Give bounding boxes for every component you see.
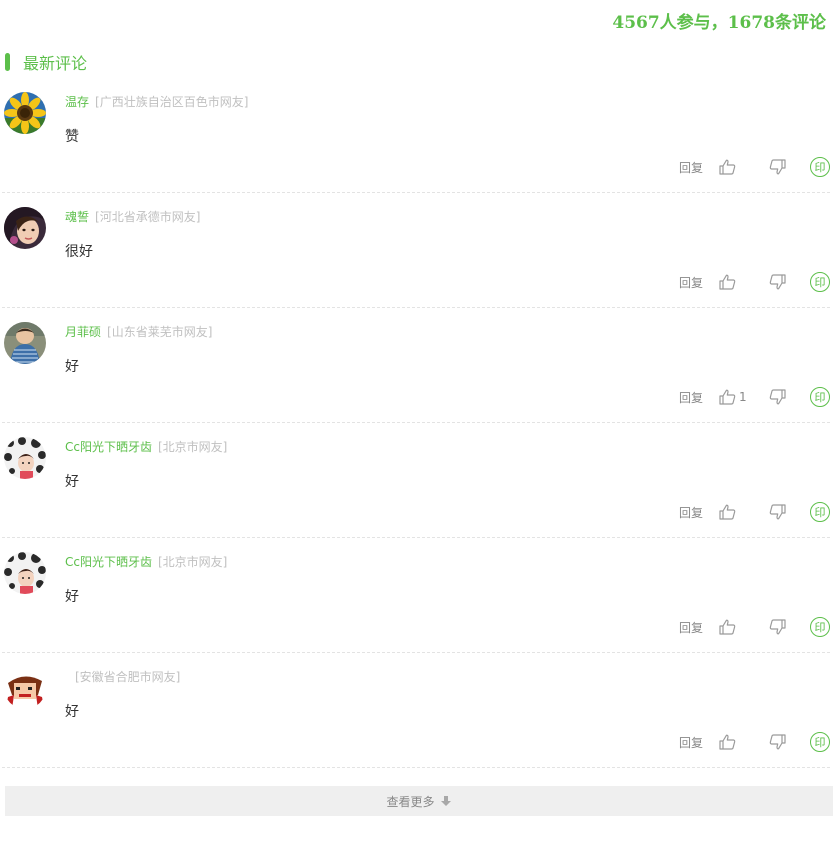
- reply-button[interactable]: 回复: [679, 619, 703, 636]
- comment-text: 好: [65, 589, 79, 605]
- avatar[interactable]: [4, 92, 46, 134]
- like-button[interactable]: 1: [719, 389, 753, 405]
- print-icon[interactable]: 印: [810, 617, 830, 637]
- comment-meta: 温存 [广西壮族自治区百色市网友]: [65, 93, 248, 110]
- comment-text: 很好: [65, 244, 93, 260]
- username[interactable]: 月菲硕: [65, 325, 101, 339]
- thumbs-down-icon: [769, 274, 786, 290]
- comment-text: 好: [65, 359, 79, 375]
- thumbs-up-icon: [719, 504, 736, 520]
- dislike-button[interactable]: [769, 619, 786, 635]
- comment-actions: 回复 印: [679, 156, 830, 178]
- avatar[interactable]: [4, 552, 46, 594]
- reply-button[interactable]: 回复: [679, 734, 703, 751]
- username[interactable]: 温存: [65, 95, 89, 109]
- user-location: [山东省莱芜市网友]: [107, 325, 213, 339]
- reply-button[interactable]: 回复: [679, 159, 703, 176]
- comment-item: 魂誓 [河北省承德市网友] 很好 回复 印: [2, 193, 830, 308]
- print-icon[interactable]: 印: [810, 387, 830, 407]
- like-button[interactable]: [719, 504, 753, 520]
- dislike-button[interactable]: [769, 159, 786, 175]
- comment-meta: 月菲硕 [山东省莱芜市网友]: [65, 323, 212, 340]
- avatar[interactable]: [4, 207, 46, 249]
- thumbs-down-icon: [769, 619, 786, 635]
- section-accent-bar: [5, 53, 10, 71]
- comment-actions: 回复 1 印: [679, 386, 830, 408]
- dislike-button[interactable]: [769, 734, 786, 750]
- thumbs-down-icon: [769, 734, 786, 750]
- comment-text: 赞: [65, 129, 79, 145]
- print-icon[interactable]: 印: [810, 272, 830, 292]
- avatar[interactable]: [4, 437, 46, 479]
- comment-meta: Cc阳光下晒牙齿 [北京市网友]: [65, 553, 227, 570]
- user-location: [北京市网友]: [157, 440, 228, 454]
- comment-text: 好: [65, 474, 79, 490]
- comment-text: 好: [65, 704, 79, 720]
- thumbs-up-icon: [719, 389, 736, 405]
- comment-list: 温存 [广西壮族自治区百色市网友] 赞 回复 印 魂誓 [河北省承德市网友] 很…: [0, 78, 838, 768]
- section-header: 最新评论: [5, 52, 88, 73]
- avatar[interactable]: [4, 667, 46, 709]
- participation-summary: 4567人参与，1678条评论: [612, 13, 826, 33]
- username[interactable]: Cc阳光下晒牙齿: [65, 440, 152, 454]
- comment-meta: Cc阳光下晒牙齿 [北京市网友]: [65, 438, 227, 455]
- reply-button[interactable]: 回复: [679, 274, 703, 291]
- load-more-label: 查看更多: [386, 794, 435, 809]
- user-location: [河北省承德市网友]: [95, 210, 201, 224]
- comment-item: 温存 [广西壮族自治区百色市网友] 赞 回复 印: [2, 78, 830, 193]
- thumbs-down-icon: [769, 389, 786, 405]
- print-icon[interactable]: 印: [810, 502, 830, 522]
- comment-meta: 魂誓 [河北省承德市网友]: [65, 208, 200, 225]
- thumbs-up-icon: [719, 159, 736, 175]
- dislike-button[interactable]: [769, 389, 786, 405]
- print-icon[interactable]: 印: [810, 157, 830, 177]
- comment-item: 月菲硕 [山东省莱芜市网友] 好 回复 1 印: [2, 308, 830, 423]
- section-title: 最新评论: [23, 54, 88, 73]
- username[interactable]: Cc阳光下晒牙齿: [65, 555, 152, 569]
- comment-actions: 回复 印: [679, 731, 830, 753]
- like-button[interactable]: [719, 734, 753, 750]
- thumbs-up-icon: [719, 619, 736, 635]
- thumbs-up-icon: [719, 274, 736, 290]
- username[interactable]: 魂誓: [65, 210, 89, 224]
- avatar[interactable]: [4, 322, 46, 364]
- dislike-button[interactable]: [769, 504, 786, 520]
- like-count: 1: [739, 390, 747, 404]
- print-icon[interactable]: 印: [810, 732, 830, 752]
- like-button[interactable]: [719, 619, 753, 635]
- user-location: [安徽省合肥市网友]: [75, 670, 181, 684]
- reply-button[interactable]: 回复: [679, 389, 703, 406]
- like-button[interactable]: [719, 159, 753, 175]
- load-more-button[interactable]: 查看更多: [5, 786, 833, 816]
- comment-meta: [安徽省合肥市网友]: [65, 668, 180, 685]
- user-location: [北京市网友]: [157, 555, 228, 569]
- thumbs-up-icon: [719, 734, 736, 750]
- thumbs-down-icon: [769, 159, 786, 175]
- like-button[interactable]: [719, 274, 753, 290]
- thumbs-down-icon: [769, 504, 786, 520]
- comments-page: 4567人参与，1678条评论 最新评论 温存 [广西壮族自治区百色市网友] 赞…: [0, 0, 838, 845]
- comment-actions: 回复 印: [679, 616, 830, 638]
- comment-actions: 回复 印: [679, 501, 830, 523]
- user-location: [广西壮族自治区百色市网友]: [95, 95, 249, 109]
- arrow-down-icon: [440, 795, 452, 807]
- dislike-button[interactable]: [769, 274, 786, 290]
- comment-item: [安徽省合肥市网友] 好 回复 印: [2, 653, 830, 768]
- comment-item: Cc阳光下晒牙齿 [北京市网友] 好 回复 印: [2, 538, 830, 653]
- reply-button[interactable]: 回复: [679, 504, 703, 521]
- comment-actions: 回复 印: [679, 271, 830, 293]
- comment-item: Cc阳光下晒牙齿 [北京市网友] 好 回复 印: [2, 423, 830, 538]
